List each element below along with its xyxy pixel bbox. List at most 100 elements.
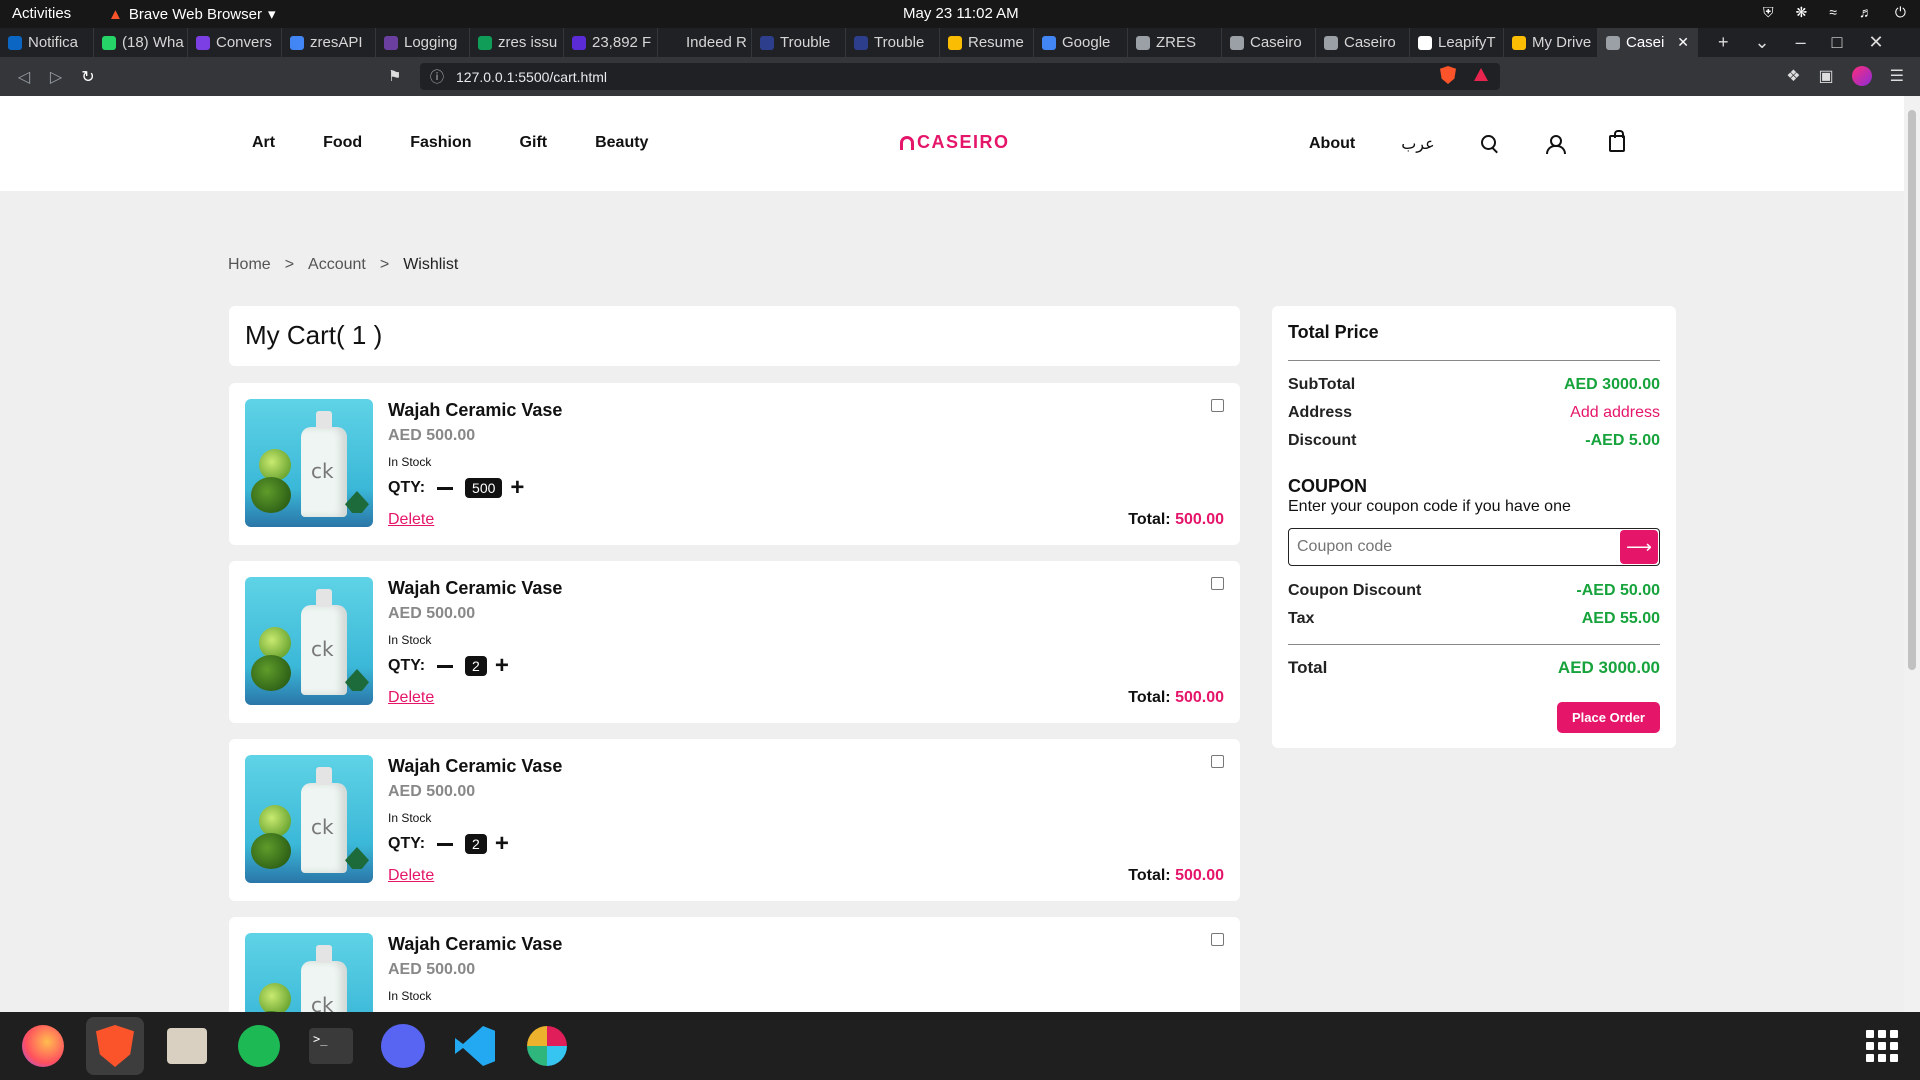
browser-tab[interactable]: Caseiro <box>1316 28 1410 57</box>
profile-avatar[interactable] <box>1851 66 1872 86</box>
minimize-icon[interactable]: – <box>1796 32 1806 53</box>
delete-link[interactable]: Delete <box>388 867 434 885</box>
nav-gift[interactable]: Gift <box>520 134 548 152</box>
page-scrollbar[interactable] <box>1904 96 1920 1012</box>
search-icon[interactable] <box>1480 134 1499 153</box>
product-name[interactable]: Wajah Ceramic Vase <box>388 578 562 599</box>
site-logo[interactable]: CASEIRO <box>900 132 1010 153</box>
decrease-qty-button[interactable] <box>437 842 454 846</box>
app-grid-icon[interactable] <box>1866 1030 1898 1062</box>
language-toggle[interactable]: عرب <box>1401 134 1434 153</box>
increase-qty-button[interactable]: + <box>495 832 509 856</box>
close-tab-icon[interactable]: ✕ <box>1677 34 1689 51</box>
qty-value[interactable]: 2 <box>465 656 487 676</box>
tab-search-icon[interactable]: ⌄ <box>1755 32 1770 53</box>
nav-art[interactable]: Art <box>252 134 275 152</box>
item-checkbox[interactable] <box>1211 577 1224 590</box>
browser-tab[interactable]: My Drive <box>1504 28 1598 57</box>
back-button[interactable]: ◁ <box>8 67 40 87</box>
system-tray[interactable]: ⛨ ❋ ≈ ♬ ⏻ <box>1763 4 1906 21</box>
browser-tab[interactable]: zresAPI <box>282 28 376 57</box>
browser-tab[interactable]: (18) Wha <box>94 28 188 57</box>
spotify-icon[interactable] <box>230 1017 288 1075</box>
nav-beauty[interactable]: Beauty <box>595 134 648 152</box>
breadcrumb-home[interactable]: Home <box>228 256 271 274</box>
category-nav: Art Food Fashion Gift Beauty <box>252 134 648 152</box>
total-row: Total AED 3000.00 <box>1288 658 1660 678</box>
product-image[interactable]: ck <box>245 755 373 883</box>
breadcrumb-account[interactable]: Account <box>308 256 366 274</box>
product-price: AED 500.00 <box>388 783 476 800</box>
browser-tab[interactable]: Resume <box>940 28 1034 57</box>
browser-tab[interactable]: Notifica <box>0 28 94 57</box>
menu-icon[interactable]: ☰ <box>1890 66 1904 86</box>
browser-tab[interactable]: Google <box>1034 28 1128 57</box>
account-icon[interactable] <box>1545 134 1566 154</box>
new-tab-icon[interactable]: + <box>1718 32 1729 53</box>
product-image[interactable]: ck <box>245 399 373 527</box>
delete-link[interactable]: Delete <box>388 689 434 707</box>
browser-tab[interactable]: Casei ✕ <box>1598 28 1698 57</box>
close-window-icon[interactable]: ✕ <box>1869 32 1884 53</box>
reload-button[interactable]: ↻ <box>72 67 104 87</box>
vscode-icon[interactable] <box>446 1017 504 1075</box>
qty-label: QTY: <box>388 657 426 674</box>
scrollbar-thumb[interactable] <box>1908 110 1916 670</box>
activities-button[interactable]: Activities <box>12 5 71 22</box>
terminal-icon[interactable]: >_ <box>302 1017 360 1075</box>
slack-icon[interactable] <box>518 1017 576 1075</box>
browser-tab[interactable]: zres issu <box>470 28 564 57</box>
maximize-icon[interactable]: □ <box>1832 32 1843 53</box>
bookmark-icon[interactable]: ⚑ <box>388 67 401 85</box>
browser-tab[interactable]: LeapifyT <box>1410 28 1504 57</box>
browser-tab[interactable]: 23,892 F <box>564 28 658 57</box>
brave-rewards-icon[interactable] <box>1474 68 1488 81</box>
breadcrumb-separator: > <box>284 256 295 273</box>
shopping-bag-icon[interactable] <box>1608 130 1625 152</box>
files-icon[interactable] <box>158 1017 216 1075</box>
extensions-icon[interactable]: ❖ <box>1786 66 1800 86</box>
tab-favicon-icon <box>1230 35 1244 50</box>
tab-label: 23,892 F <box>592 34 652 51</box>
discord-icon[interactable] <box>374 1017 432 1075</box>
browser-tab[interactable]: Trouble <box>846 28 940 57</box>
system-top-bar: Activities ▲ Brave Web Browser ▾ May 23 11… <box>0 0 1920 28</box>
browser-tab[interactable]: ZRES <box>1128 28 1222 57</box>
qty-value[interactable]: 2 <box>465 834 487 854</box>
add-address-link[interactable]: Add address <box>1570 404 1660 422</box>
item-checkbox[interactable] <box>1211 399 1224 412</box>
nav-food[interactable]: Food <box>323 134 362 152</box>
nav-fashion[interactable]: Fashion <box>410 134 471 152</box>
info-icon[interactable]: ⓘ <box>430 67 444 87</box>
product-name[interactable]: Wajah Ceramic Vase <box>388 756 562 777</box>
increase-qty-button[interactable]: + <box>510 476 524 500</box>
clock[interactable]: May 23 11:02 AM <box>903 5 1019 22</box>
browser-tab[interactable]: Logging <box>376 28 470 57</box>
browser-tab[interactable]: Indeed R <box>658 28 752 57</box>
brave-dock-icon[interactable] <box>86 1017 144 1075</box>
product-name[interactable]: Wajah Ceramic Vase <box>388 934 562 955</box>
increase-qty-button[interactable]: + <box>495 654 509 678</box>
product-image[interactable]: ck <box>245 933 373 1012</box>
qty-value[interactable]: 500 <box>465 478 503 498</box>
nav-about[interactable]: About <box>1309 135 1355 153</box>
browser-tab[interactable]: Caseiro <box>1222 28 1316 57</box>
apply-coupon-button[interactable]: ⟶ <box>1620 530 1658 564</box>
browser-tab[interactable]: Trouble <box>752 28 846 57</box>
delete-link[interactable]: Delete <box>388 511 434 529</box>
tab-favicon-icon <box>1324 35 1338 50</box>
forward-button[interactable]: ▷ <box>40 67 72 87</box>
decrease-qty-button[interactable] <box>437 664 454 668</box>
wallet-icon[interactable]: ▣ <box>1819 66 1834 86</box>
app-menu[interactable]: ▲ Brave Web Browser ▾ <box>108 5 276 24</box>
product-name[interactable]: Wajah Ceramic Vase <box>388 400 562 421</box>
firefox-icon[interactable] <box>14 1017 72 1075</box>
browser-tab[interactable]: Convers <box>188 28 282 57</box>
item-checkbox[interactable] <box>1211 933 1224 946</box>
product-image[interactable]: ck <box>245 577 373 705</box>
url-bar[interactable]: ⓘ 127.0.0.1:5500/cart.html <box>420 63 1500 90</box>
decrease-qty-button[interactable] <box>437 486 454 490</box>
item-checkbox[interactable] <box>1211 755 1224 768</box>
coupon-input[interactable] <box>1289 530 1620 564</box>
place-order-button[interactable]: Place Order <box>1557 702 1660 733</box>
